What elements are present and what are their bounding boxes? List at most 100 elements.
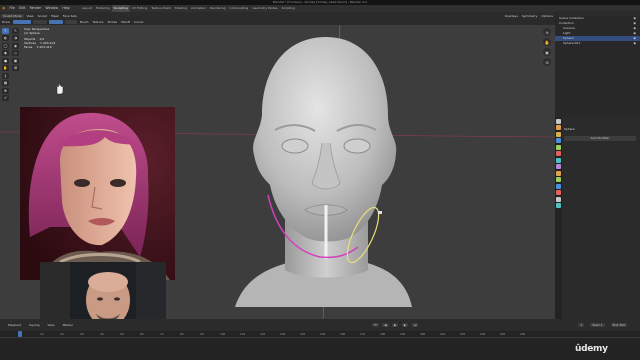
tool-brush-menu[interactable]: Brush (78, 20, 91, 24)
draw-icon[interactable]: ✎ (2, 27, 9, 34)
brush-add-toggle[interactable] (48, 20, 63, 24)
tool-cursor-menu[interactable]: Cursor (132, 20, 146, 24)
tab-animation[interactable]: Animation (189, 5, 208, 12)
tool-falloff-menu[interactable]: Falloff (119, 20, 132, 24)
smooth-icon[interactable]: ◯ (2, 42, 9, 49)
properties-tab-12-icon[interactable] (556, 196, 561, 202)
properties-tab-11-icon[interactable] (556, 190, 561, 195)
timeline-playback[interactable]: Playback (6, 323, 23, 327)
jump-start-icon[interactable]: ⏮ (372, 323, 379, 327)
brush-radius-field[interactable] (12, 20, 31, 24)
mask-icon[interactable]: ▦ (2, 80, 9, 86)
clay-icon[interactable]: ◐ (2, 35, 9, 41)
prev-key-icon[interactable]: ◀ (382, 323, 389, 327)
sculpt-tool-column-2: ✎ ◑ ◉ ◇ ▣ ⌘ (12, 26, 20, 73)
menu-face-sets[interactable]: Face Sets (61, 14, 79, 18)
add-modifier-button[interactable]: Add Modifier (564, 136, 636, 141)
current-frame-field[interactable]: 1 (578, 323, 585, 327)
menu-sculpt[interactable]: Sculpt (36, 14, 49, 18)
tab-shading[interactable]: Shading (173, 5, 189, 12)
properties-tab-10-icon[interactable] (556, 183, 561, 189)
properties-tab-1-icon[interactable] (556, 125, 561, 130)
properties-tab-5-icon[interactable] (556, 151, 561, 156)
overlays-dropdown[interactable]: Overlays (503, 14, 520, 18)
blender-logo-icon[interactable]: ◉ (0, 5, 7, 12)
ruler-label: 80 (180, 332, 184, 336)
hand-icon[interactable]: ✋ (543, 38, 551, 46)
annotate-icon[interactable]: ✐ (2, 95, 9, 101)
jump-end-icon[interactable]: ⏭ (411, 323, 419, 327)
menu-window[interactable]: Window (43, 5, 60, 12)
start-frame-field[interactable]: Start 1 (590, 323, 605, 327)
symmetry-dropdown[interactable]: Symmetry (520, 14, 540, 18)
camera-icon[interactable]: ▣ (543, 48, 551, 56)
tab-modeling[interactable]: Modeling (94, 5, 112, 12)
draw-sharp-icon[interactable]: ✎ (12, 27, 19, 34)
ruler-label: 160 (340, 332, 346, 336)
properties-tab-2-icon[interactable] (556, 131, 561, 137)
playhead[interactable] (18, 331, 22, 337)
brush-name[interactable]: Draw (0, 20, 12, 24)
properties-tab-0-icon[interactable] (556, 118, 561, 124)
timeline-view[interactable]: View (45, 323, 56, 327)
inflate-icon[interactable]: ● (2, 57, 9, 64)
timeline-keying[interactable]: Keying (27, 323, 41, 327)
tab-geometry-nodes[interactable]: Geometry Nodes (250, 5, 279, 12)
outliner-item[interactable]: Sphere.001 ◉ (555, 41, 640, 46)
properties-tab-13-icon[interactable] (556, 203, 561, 208)
grab-icon[interactable]: ✋ (2, 65, 9, 71)
menu-view[interactable]: View (25, 14, 36, 18)
left-eye (281, 138, 309, 154)
properties-tab-6-icon[interactable] (556, 157, 561, 163)
properties-tab-8-icon[interactable] (556, 170, 561, 176)
transform-icon[interactable]: ✥ (2, 87, 9, 94)
snake-hook-icon[interactable]: § (2, 72, 9, 79)
timeline-marker[interactable]: Marker (61, 323, 75, 327)
play-icon[interactable]: ▶ (392, 323, 399, 327)
ruler-label: 170 (360, 332, 366, 336)
properties-tab-9-icon[interactable] (556, 177, 561, 182)
right-eye (343, 138, 371, 154)
properties-tab-7-icon[interactable] (556, 164, 561, 169)
menu-edit[interactable]: Edit (17, 5, 28, 12)
grid-icon[interactable]: ⊞ (543, 58, 551, 66)
tab-scripting[interactable]: Scripting (280, 5, 297, 12)
menu-help[interactable]: Help (60, 5, 72, 12)
properties-tab-4-icon[interactable] (556, 144, 561, 150)
mode-dropdown[interactable]: Sculpt Mode (1, 13, 24, 18)
tab-uv-editing[interactable]: UV Editing (130, 5, 150, 12)
menu-mask[interactable]: Mask (49, 14, 61, 18)
ruler-label: 250 (520, 332, 526, 336)
elastic-icon[interactable]: ⌘ (12, 65, 19, 71)
brush-strength-field[interactable] (32, 20, 47, 24)
timeline-ruler[interactable]: 0102030405060708090100110120130140150160… (0, 331, 640, 360)
ruler-label: 210 (440, 332, 446, 336)
menu-render[interactable]: Render (27, 5, 43, 12)
layer-icon[interactable]: ◑ (12, 35, 19, 41)
crease-icon[interactable]: ◆ (2, 50, 9, 56)
menu-file[interactable]: File (7, 5, 17, 12)
tab-sculpting[interactable]: Sculpting (111, 5, 130, 12)
properties-tab-3-icon[interactable] (556, 138, 561, 143)
brush-handle (378, 211, 382, 214)
tool-texture-menu[interactable]: Texture (91, 20, 106, 24)
props-object-name: Sphere (564, 127, 575, 131)
brush-subtract-toggle[interactable] (64, 20, 77, 24)
blob-icon[interactable]: ◉ (12, 42, 19, 49)
next-key-icon[interactable]: ▶ (401, 323, 409, 327)
fill-icon[interactable]: ▣ (12, 57, 19, 64)
tab-rendering[interactable]: Rendering (208, 5, 227, 12)
end-frame-field[interactable]: End 250 (610, 323, 627, 327)
ruler-label: 30 (80, 332, 84, 336)
tab-texture-paint[interactable]: Texture Paint (149, 5, 172, 12)
tool-stroke-menu[interactable]: Stroke (106, 20, 120, 24)
navigation-gizmo: ⊕ ✋ ▣ ⊞ (543, 28, 552, 68)
playback-controls: ⏮ ◀ ▶ ▶ ⏭ (371, 323, 419, 327)
tab-compositing[interactable]: Compositing (228, 5, 251, 12)
options-dropdown[interactable]: Options (539, 14, 555, 18)
ruler-label: 140 (300, 332, 306, 336)
stats-faces: Faces 7,423,419 (24, 45, 52, 49)
zoom-icon[interactable]: ⊕ (543, 28, 551, 36)
pinch-icon[interactable]: ◇ (12, 50, 19, 56)
tab-layout[interactable]: Layout (80, 5, 94, 12)
